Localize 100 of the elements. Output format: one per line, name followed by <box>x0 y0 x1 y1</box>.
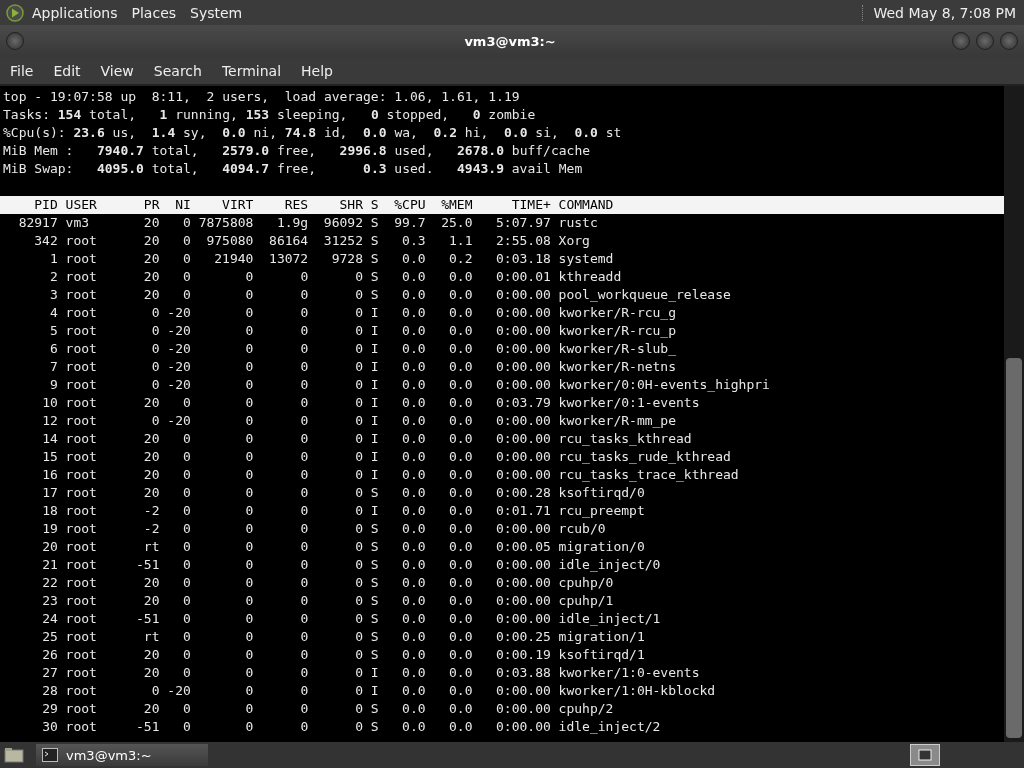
table-cell-text: 0 <box>182 574 191 592</box>
table-cell-text: root <box>64 286 98 304</box>
menu-item[interactable]: Terminal <box>215 60 288 81</box>
table-cell-text: 0.0 <box>401 700 426 718</box>
table-cell-text: 0 <box>299 718 309 736</box>
table-cell-text: 0.0 <box>448 574 473 592</box>
menu-item[interactable]: Edit <box>47 60 87 81</box>
table-cell-text: 0 <box>182 538 191 556</box>
table-cell-text: 0.0 <box>448 484 473 502</box>
table-cell-text: 20 <box>142 592 160 610</box>
table-cell-text: 0 <box>244 358 254 376</box>
table-cell-text: 0 <box>244 484 254 502</box>
scrollbar-thumb[interactable] <box>1006 358 1022 738</box>
table-cell-text: root <box>64 250 98 268</box>
table-cell-text: 0 <box>299 520 309 538</box>
table-cell-text: 0.0 <box>448 610 473 628</box>
table-cell-text: 0.0 <box>448 304 473 322</box>
table-cell-text: I <box>369 376 379 394</box>
table-cell-text: 0 <box>244 700 254 718</box>
table-cell-text: 0 <box>299 538 309 556</box>
table-cell-text: 0 <box>299 412 309 430</box>
table-cell-text: 0.0 <box>401 484 426 502</box>
table-cell-text: kworker/R-rcu_g <box>557 304 677 322</box>
table-cell-text: root <box>64 628 98 646</box>
table-cell-text: 0 <box>299 394 309 412</box>
table-cell-text: 0.0 <box>448 448 473 466</box>
table-cell-text: 0 <box>150 340 160 358</box>
table-cell-text: 0.0 <box>448 592 473 610</box>
table-cell-text: 0 <box>354 412 363 430</box>
table-cell-text: I <box>369 502 379 520</box>
table-cell-text: 15 <box>41 448 58 466</box>
table-cell-text: S <box>369 628 379 646</box>
column-header: RES <box>283 196 309 214</box>
task-button[interactable]: vm3@vm3:~ <box>36 744 208 766</box>
table-cell-text: root <box>64 268 98 286</box>
menu-item[interactable]: Search <box>147 60 208 81</box>
table-cell-text: root <box>64 646 98 664</box>
table-cell-text: 0 <box>299 448 309 466</box>
window-menu-button[interactable] <box>6 32 24 50</box>
menu-item[interactable]: View <box>94 60 140 81</box>
table-cell-text: 0:00.00 <box>495 592 551 610</box>
table-cell-text: 25 <box>41 628 58 646</box>
table-cell-text: 0.0 <box>401 322 426 340</box>
table-cell-text: 0 <box>299 340 309 358</box>
table-cell-text: 0.0 <box>401 250 426 268</box>
table-cell-text: vm3 <box>64 214 91 232</box>
table-cell-text: 82917 <box>17 214 58 232</box>
table-cell-text: 0 <box>354 358 363 376</box>
panel-menu[interactable]: Places <box>131 4 177 21</box>
table-cell-text: I <box>369 394 379 412</box>
table-cell-text: I <box>369 682 379 700</box>
table-cell-text: 5 <box>48 322 58 340</box>
scrollbar[interactable] <box>1004 86 1024 742</box>
table-cell-text: 0.0 <box>448 430 473 448</box>
table-cell-text: 0 <box>244 394 254 412</box>
table-cell-text: 0.0 <box>448 628 473 646</box>
table-cell-text: 31252 <box>322 232 363 250</box>
workspace-switcher-icon[interactable] <box>910 744 940 766</box>
table-cell-text: 0 <box>354 628 363 646</box>
table-cell-text: 0.0 <box>401 304 426 322</box>
table-cell-text: 0 <box>244 574 254 592</box>
table-cell-text: 0:00.19 <box>495 646 551 664</box>
panel-menu[interactable]: Applications <box>32 4 118 21</box>
table-cell-text: 0 <box>354 466 363 484</box>
table-cell-text: ksoftirqd/1 <box>557 646 646 664</box>
table-cell-text: 0:00.00 <box>495 286 551 304</box>
table-cell-text: 0 <box>244 466 254 484</box>
minimize-button[interactable] <box>952 32 970 50</box>
table-cell-text: 0:00.00 <box>495 700 551 718</box>
table-cell-text: 0 <box>182 502 191 520</box>
table-cell-text: 0 <box>354 718 363 736</box>
table-cell-text: 0 <box>150 376 160 394</box>
table-cell-text: 0 <box>299 556 309 574</box>
table-cell-text: I <box>369 430 379 448</box>
table-cell-text: I <box>369 340 379 358</box>
clock[interactable]: Wed May 8, 7:08 PM <box>873 4 1018 21</box>
play-logo-icon[interactable] <box>6 3 24 22</box>
menu-item[interactable]: Help <box>295 60 339 81</box>
table-cell-text: 0 <box>244 718 254 736</box>
panel-menu[interactable]: System <box>190 4 243 21</box>
table-cell-text: 0 <box>354 610 363 628</box>
table-cell-text: root <box>64 502 98 520</box>
table-cell-text: S <box>369 646 379 664</box>
table-cell-text: 0 <box>244 340 254 358</box>
table-cell-text: 25.0 <box>440 214 473 232</box>
menu-item[interactable]: File <box>4 60 40 81</box>
table-cell-text: I <box>369 304 379 322</box>
close-button[interactable] <box>1000 32 1018 50</box>
table-cell-text: 2 <box>48 268 58 286</box>
table-cell-text: 6 <box>48 340 58 358</box>
table-cell-text: 0.0 <box>401 286 426 304</box>
table-cell-text: I <box>369 466 379 484</box>
table-cell-text: 0.0 <box>448 322 473 340</box>
table-cell-text: -20 <box>166 322 191 340</box>
table-cell-text: 0 <box>182 610 191 628</box>
folder-icon[interactable] <box>4 747 24 763</box>
table-cell-text: 0 <box>354 646 363 664</box>
table-cell-text: root <box>64 232 98 250</box>
maximize-button[interactable] <box>976 32 994 50</box>
table-cell-text: 0.0 <box>448 412 473 430</box>
